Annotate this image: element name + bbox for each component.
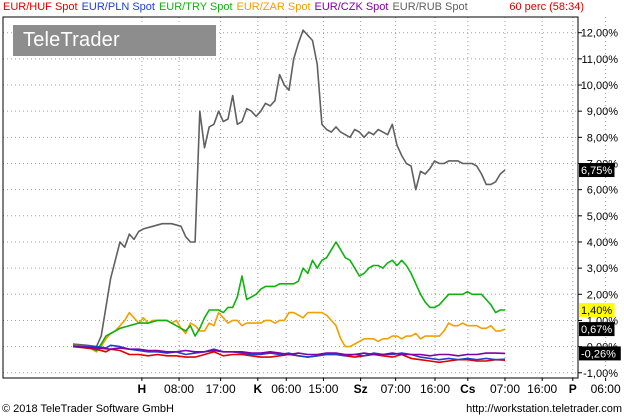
x-tick-label: 06:00 bbox=[591, 382, 621, 396]
legend-item-eur-czk[interactable]: EUR/CZK Spot bbox=[315, 1, 389, 13]
last-value-label: 0,67% bbox=[581, 324, 612, 336]
y-tick-label: 2,00% bbox=[587, 289, 618, 301]
period-indicator: 60 perc (58:34) bbox=[509, 1, 584, 13]
y-tick-label: 11,00% bbox=[582, 54, 619, 66]
copyright: © 2018 TeleTrader Software GmbH bbox=[2, 403, 174, 415]
x-tick-label: 15:00 bbox=[308, 382, 338, 396]
website-link[interactable]: http://workstation.teletrader.com bbox=[466, 403, 622, 415]
x-tick-label: Cs bbox=[460, 382, 476, 396]
x-axis: H 08:00 17:00 K 06:00 15:00 Sz 07:00 16:00 Cs 07:0… bbox=[138, 378, 621, 396]
y-tick-label: 5,00% bbox=[587, 211, 618, 223]
y-tick-label: 4,00% bbox=[587, 237, 618, 249]
y-tick-label: 8,00% bbox=[587, 132, 618, 144]
legend: EUR/HUF Spot EUR/PLN Spot EUR/TRY Spot EUR/… bbox=[3, 1, 472, 13]
x-tick-label: Sz bbox=[354, 382, 368, 396]
x-tick-label: K bbox=[253, 382, 262, 396]
y-tick-label: 10,00% bbox=[581, 80, 619, 92]
teletrader-logo: TeleTrader WorkStation bbox=[13, 25, 216, 82]
y-tick-label: 3,00% bbox=[587, 263, 618, 275]
y-tick-label: 9,00% bbox=[587, 106, 618, 118]
legend-item-eur-pln[interactable]: EUR/PLN Spot bbox=[82, 1, 155, 13]
x-tick-label: 07:00 bbox=[381, 382, 411, 396]
y-tick-label: 6,00% bbox=[587, 185, 618, 197]
x-tick-label: H bbox=[138, 382, 147, 396]
series-line-eur-pln bbox=[73, 344, 506, 361]
logo-text-1: TeleTrader bbox=[23, 29, 120, 51]
x-tick-label: 17:00 bbox=[206, 382, 236, 396]
logo-text-2: WorkStation bbox=[23, 60, 143, 82]
legend-item-eur-rub[interactable]: EUR/RUB Spot bbox=[392, 1, 467, 13]
y-tick-label: -1,00% bbox=[583, 368, 618, 380]
series-line-eur-zar bbox=[72, 311, 506, 353]
x-tick-label: 06:00 bbox=[271, 382, 301, 396]
last-value-label: 1,40% bbox=[581, 305, 612, 317]
legend-item-eur-huf[interactable]: EUR/HUF Spot bbox=[3, 1, 78, 13]
x-tick-label: 16:00 bbox=[420, 382, 450, 396]
x-tick-label: 16:00 bbox=[527, 382, 557, 396]
x-tick-label: 08:00 bbox=[164, 382, 194, 396]
x-tick-label: 07:00 bbox=[490, 382, 520, 396]
legend-item-eur-zar[interactable]: EUR/ZAR Spot bbox=[237, 1, 311, 13]
y-tick-label: 12,00% bbox=[581, 28, 619, 40]
last-value-label: 6,75% bbox=[581, 165, 612, 177]
x-tick-label: P bbox=[569, 382, 577, 396]
legend-item-eur-try[interactable]: EUR/TRY Spot bbox=[159, 1, 233, 13]
last-value-label: -0,26% bbox=[581, 348, 616, 360]
